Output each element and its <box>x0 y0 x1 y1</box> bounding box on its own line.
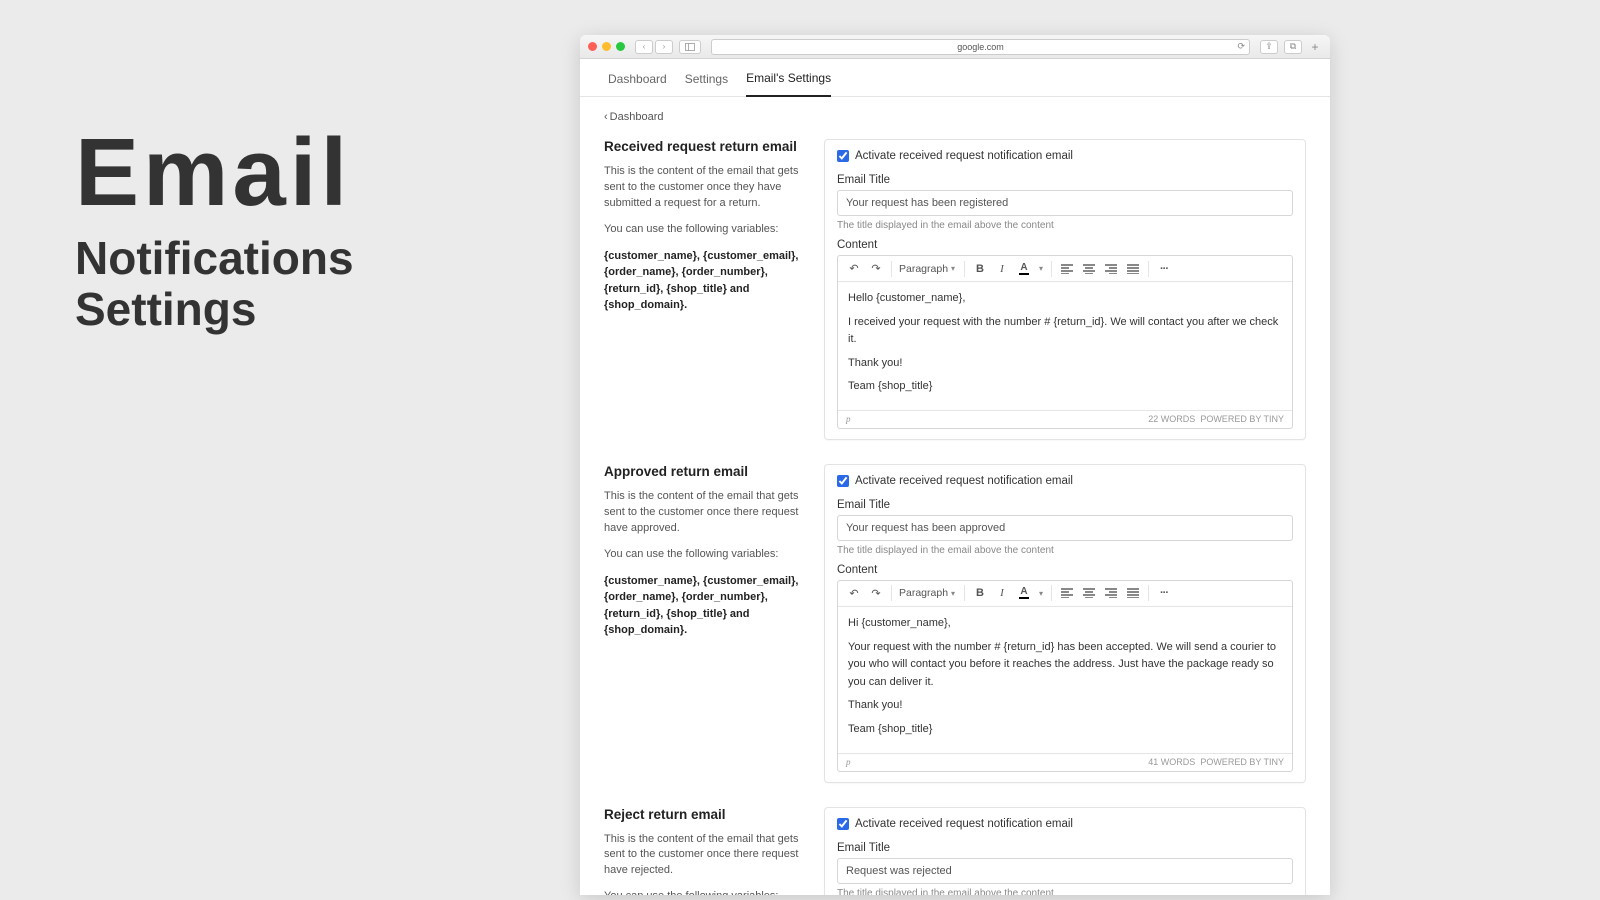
powered-by: POWERED BY TINY <box>1200 414 1284 424</box>
browser-window: ‹ › google.com ⟳ ⇪ ⧉ + Dashboard Setting… <box>580 35 1330 895</box>
align-right-icon[interactable] <box>1101 259 1121 279</box>
content-label: Content <box>837 564 1293 576</box>
align-right-icon[interactable] <box>1101 583 1121 603</box>
section-received-title: Received request return email <box>604 139 804 154</box>
email-title-label: Email Title <box>837 842 1293 854</box>
maximize-window-icon[interactable] <box>616 42 625 51</box>
align-justify-icon[interactable] <box>1123 583 1143 603</box>
align-left-icon[interactable] <box>1057 259 1077 279</box>
editor-toolbar: ↶ ↷ Paragraph▾ B I A ▾ <box>838 256 1292 282</box>
align-justify-icon[interactable] <box>1123 259 1143 279</box>
editor-body-received[interactable]: Hello {customer_name}, I received your r… <box>838 282 1292 410</box>
section-approved-desc: This is the content of the email that ge… <box>604 489 804 537</box>
chevron-left-icon: ‹ <box>604 111 608 123</box>
variables-intro: You can use the following variables: <box>604 547 804 563</box>
activate-label: Activate received request notification e… <box>855 150 1073 162</box>
section-received: Received request return email This is th… <box>604 139 1306 440</box>
card-reject: Activate received request notification e… <box>824 807 1306 895</box>
browser-chrome: ‹ › google.com ⟳ ⇪ ⧉ + <box>580 35 1330 59</box>
word-count: 22 WORDS <box>1148 414 1195 424</box>
more-icon[interactable]: ··· <box>1154 259 1174 279</box>
align-center-icon[interactable] <box>1079 259 1099 279</box>
section-reject: Reject return email This is the content … <box>604 807 1306 895</box>
section-received-desc: This is the content of the email that ge… <box>604 164 804 212</box>
email-title-label: Email Title <box>837 174 1293 186</box>
editor-body-approved[interactable]: Hi {customer_name}, Your request with th… <box>838 607 1292 753</box>
editor-footer: p 41 WORDS POWERED BY TINY <box>838 753 1292 771</box>
share-icon[interactable]: ⇪ <box>1260 40 1278 54</box>
breadcrumb-label: Dashboard <box>610 111 664 123</box>
email-title-input-received[interactable] <box>837 190 1293 216</box>
italic-icon[interactable]: I <box>992 583 1012 603</box>
card-approved: Activate received request notification e… <box>824 464 1306 783</box>
section-reject-title: Reject return email <box>604 807 804 822</box>
activate-checkbox-reject[interactable] <box>837 818 849 830</box>
email-title-input-reject[interactable] <box>837 858 1293 884</box>
hero-title: Email NotificationsSettings <box>75 125 354 334</box>
undo-icon[interactable]: ↶ <box>844 259 864 279</box>
redo-icon[interactable]: ↷ <box>866 259 886 279</box>
activate-label: Activate received request notification e… <box>855 475 1073 487</box>
editor-approved: ↶ ↷ Paragraph▾ B I A ▾ <box>837 580 1293 772</box>
url-bar[interactable]: google.com ⟳ <box>711 39 1250 55</box>
editor-received: ↶ ↷ Paragraph▾ B I A ▾ <box>837 255 1293 429</box>
color-chevron-icon[interactable]: ▾ <box>1036 583 1046 603</box>
section-reject-desc: This is the content of the email that ge… <box>604 832 804 880</box>
editor-toolbar: ↶ ↷ Paragraph▾ B I A ▾ <box>838 581 1292 607</box>
url-text: google.com <box>957 42 1004 52</box>
hero-line2: NotificationsSettings <box>75 233 354 334</box>
redo-icon[interactable]: ↷ <box>866 583 886 603</box>
variables-intro: You can use the following variables: <box>604 889 804 895</box>
minimize-window-icon[interactable] <box>602 42 611 51</box>
section-approved: Approved return email This is the conten… <box>604 464 1306 783</box>
traffic-lights <box>588 42 625 51</box>
italic-icon[interactable]: I <box>992 259 1012 279</box>
forward-button[interactable]: › <box>655 40 673 54</box>
text-color-icon[interactable]: A <box>1014 583 1034 603</box>
activate-checkbox-approved[interactable] <box>837 475 849 487</box>
reload-icon[interactable]: ⟳ <box>1237 41 1245 52</box>
format-select[interactable]: Paragraph▾ <box>897 259 959 279</box>
back-button[interactable]: ‹ <box>635 40 653 54</box>
activate-label: Activate received request notification e… <box>855 818 1073 830</box>
breadcrumb[interactable]: ‹ Dashboard <box>604 111 1306 123</box>
title-hint: The title displayed in the email above t… <box>837 220 1293 231</box>
tab-email-settings[interactable]: Email's Settings <box>746 71 831 97</box>
text-color-icon[interactable]: A <box>1014 259 1034 279</box>
word-count: 41 WORDS <box>1148 757 1195 767</box>
tab-settings[interactable]: Settings <box>685 72 728 96</box>
card-received: Activate received request notification e… <box>824 139 1306 440</box>
email-title-input-approved[interactable] <box>837 515 1293 541</box>
bold-icon[interactable]: B <box>970 259 990 279</box>
email-title-label: Email Title <box>837 499 1293 511</box>
tabs-icon[interactable]: ⧉ <box>1284 40 1302 54</box>
align-center-icon[interactable] <box>1079 583 1099 603</box>
more-icon[interactable]: ··· <box>1154 583 1174 603</box>
close-window-icon[interactable] <box>588 42 597 51</box>
new-tab-icon[interactable]: + <box>1308 40 1322 54</box>
activate-checkbox-received[interactable] <box>837 150 849 162</box>
editor-footer: p 22 WORDS POWERED BY TINY <box>838 410 1292 428</box>
tab-dashboard[interactable]: Dashboard <box>608 72 667 96</box>
section-approved-title: Approved return email <box>604 464 804 479</box>
variables-list: {customer_name}, {customer_email}, {orde… <box>604 573 804 639</box>
color-chevron-icon[interactable]: ▾ <box>1036 259 1046 279</box>
element-path: p <box>846 757 851 767</box>
variables-intro: You can use the following variables: <box>604 222 804 238</box>
content-label: Content <box>837 239 1293 251</box>
hero-line1: Email <box>75 125 354 221</box>
variables-list: {customer_name}, {customer_email}, {orde… <box>604 248 804 314</box>
app-tabs: Dashboard Settings Email's Settings <box>580 59 1330 97</box>
format-select[interactable]: Paragraph▾ <box>897 583 959 603</box>
powered-by: POWERED BY TINY <box>1200 757 1284 767</box>
bold-icon[interactable]: B <box>970 583 990 603</box>
align-left-icon[interactable] <box>1057 583 1077 603</box>
undo-icon[interactable]: ↶ <box>844 583 864 603</box>
title-hint: The title displayed in the email above t… <box>837 888 1293 895</box>
sidebar-toggle[interactable] <box>679 40 701 54</box>
title-hint: The title displayed in the email above t… <box>837 545 1293 556</box>
element-path: p <box>846 414 851 424</box>
